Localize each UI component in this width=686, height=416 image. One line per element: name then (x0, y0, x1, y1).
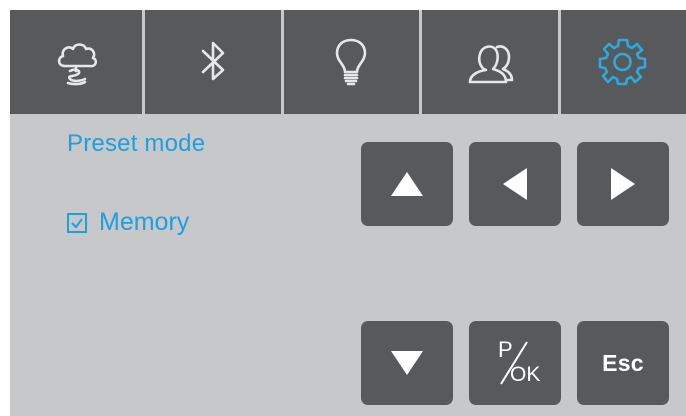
memory-checkbox[interactable] (67, 212, 87, 233)
control-panel: Preset mode Memory P OK Esc (10, 10, 686, 416)
escape-label: Esc (602, 349, 644, 376)
users-icon (468, 45, 514, 84)
memory-option[interactable]: Memory (67, 208, 189, 237)
lightbulb-icon (336, 38, 367, 86)
tab-mist[interactable] (10, 10, 143, 114)
memory-label: Memory (99, 208, 190, 236)
arrow-down-icon (391, 351, 423, 375)
program-ok-button[interactable]: P OK (469, 321, 561, 405)
right-button[interactable] (577, 142, 669, 226)
cloud-mist-icon (58, 43, 98, 86)
tab-bar (10, 10, 686, 114)
left-button[interactable] (469, 142, 561, 226)
tab-bluetooth[interactable] (145, 10, 281, 114)
arrow-up-icon (391, 172, 423, 196)
program-ok-label: P OK (490, 337, 540, 389)
tab-light[interactable] (283, 10, 420, 114)
tab-users[interactable] (422, 10, 558, 114)
down-button[interactable] (361, 321, 453, 405)
gear-icon (598, 38, 647, 86)
escape-button[interactable]: Esc (577, 321, 669, 405)
checkmark-icon (71, 217, 83, 229)
arrow-right-icon (611, 168, 635, 200)
up-button[interactable] (361, 142, 453, 226)
tab-settings[interactable] (560, 10, 686, 114)
arrow-left-icon (503, 168, 527, 200)
preset-mode-title: Preset mode (67, 130, 206, 157)
ok-text: OK (510, 363, 541, 386)
bluetooth-icon (201, 41, 225, 81)
